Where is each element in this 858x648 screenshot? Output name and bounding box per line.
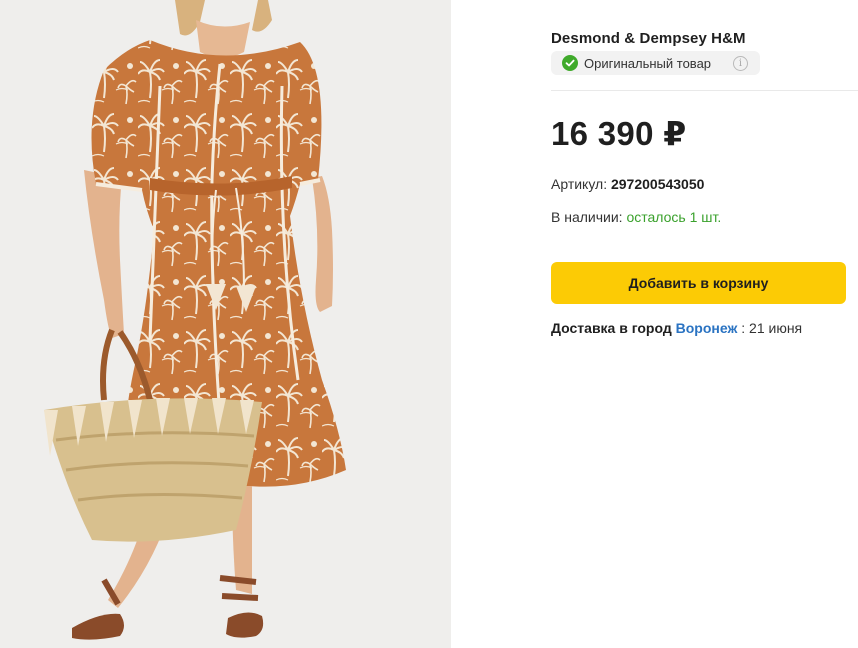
brand-name[interactable]: Desmond & Dempsey H&M — [551, 30, 746, 47]
delivery-city-link[interactable]: Воронеж — [676, 320, 738, 336]
product-price: 16 390 ₽ — [551, 115, 687, 152]
delivery-date: 21 июня — [749, 320, 803, 336]
stock-label: В наличии: — [551, 209, 623, 225]
delivery-info: Доставка в город Воронеж : 21 июня — [551, 320, 802, 336]
delivery-separator: : — [741, 320, 746, 336]
original-badge-label: Оригинальный товар — [584, 55, 712, 71]
product-info-panel: Desmond & Dempsey H&M Оригинальный товар… — [551, 0, 858, 648]
product-image — [0, 0, 451, 648]
product-card: Desmond & Dempsey H&M Оригинальный товар… — [0, 0, 858, 648]
stock-status: В наличии: осталось 1 шт. — [551, 209, 721, 225]
stock-value: осталось 1 шт. — [626, 209, 722, 225]
sku-value: 297200543050 — [610, 176, 705, 192]
original-product-badge: Оригинальный товар i — [551, 51, 760, 75]
product-sku: Артикул: 297200543050 — [551, 176, 704, 192]
product-photo[interactable] — [0, 0, 451, 648]
info-icon[interactable]: i — [733, 55, 748, 71]
delivery-label: Доставка в город — [551, 320, 672, 336]
add-to-cart-button[interactable]: Добавить в корзину — [551, 262, 846, 304]
sku-label: Артикул: — [551, 176, 608, 192]
check-circle-icon — [562, 55, 578, 71]
divider — [551, 90, 858, 91]
